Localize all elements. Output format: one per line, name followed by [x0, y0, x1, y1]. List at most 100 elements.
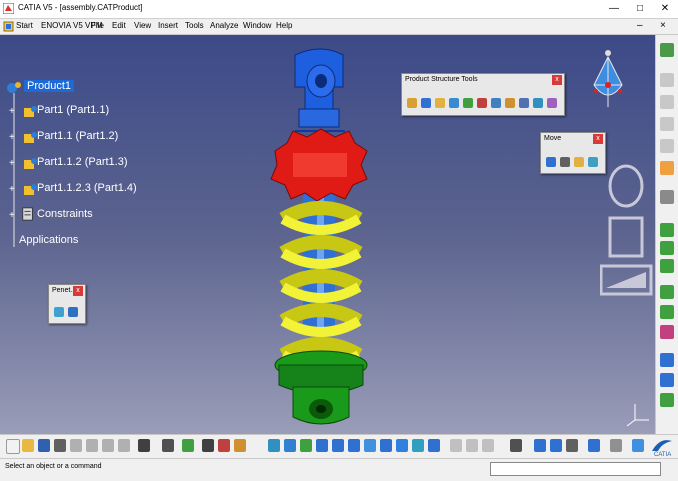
depth-effect-icon[interactable] [550, 439, 562, 452]
panel-close-button[interactable]: x [552, 75, 562, 85]
zoom-in-icon[interactable] [332, 439, 344, 452]
minimize-button[interactable]: — [601, 1, 627, 17]
ground-icon[interactable] [566, 439, 578, 452]
command-input[interactable] [490, 462, 661, 476]
multi-instantiation-icon[interactable] [533, 98, 543, 108]
contact-icon[interactable] [660, 241, 674, 255]
axis-icon [626, 404, 649, 427]
replace-component-icon[interactable] [463, 98, 473, 108]
compass-icon[interactable] [588, 47, 628, 113]
expand-icon[interactable]: + [9, 159, 19, 169]
open-folder-icon[interactable] [22, 439, 34, 452]
close-window-button[interactable]: ✕ [652, 1, 678, 17]
swap-space-icon[interactable] [428, 439, 440, 452]
manage-representations-icon[interactable] [519, 98, 529, 108]
close-document-icon[interactable]: × [660, 20, 666, 31]
reuse-pattern-icon[interactable] [660, 373, 674, 387]
offset-icon[interactable] [660, 259, 674, 273]
panel-close-button[interactable]: x [593, 134, 603, 144]
generate-numbering-icon[interactable] [491, 98, 501, 108]
expand-icon[interactable]: + [9, 107, 19, 117]
paste-icon[interactable] [102, 439, 114, 452]
menu-analyze[interactable]: Analyze [210, 21, 238, 30]
coincidence-icon[interactable] [660, 223, 674, 237]
connect-icon[interactable] [632, 439, 644, 452]
inertia-icon[interactable] [234, 439, 246, 452]
measure-icon[interactable] [218, 439, 230, 452]
smart-move-icon[interactable] [574, 157, 584, 167]
menu-tools[interactable]: Tools [185, 21, 204, 30]
workbench-icon[interactable] [660, 43, 674, 57]
copy-icon[interactable] [86, 439, 98, 452]
rotate-icon[interactable] [316, 439, 328, 452]
gear-icon[interactable] [660, 190, 674, 204]
fly-mode-icon[interactable] [268, 439, 280, 452]
flexible-icon[interactable] [660, 393, 674, 407]
tree-root-product1[interactable]: Product1 [24, 80, 75, 92]
lighting-icon[interactable] [534, 439, 546, 452]
insert-component-icon[interactable] [407, 98, 417, 108]
menu-help[interactable]: Help [276, 21, 292, 30]
save-icon[interactable] [38, 439, 50, 452]
manipulate-icon[interactable] [546, 157, 556, 167]
angle-icon[interactable] [660, 285, 674, 299]
print-icon[interactable] [54, 439, 66, 452]
selective-load-icon[interactable] [505, 98, 515, 108]
clash-icon[interactable] [54, 307, 64, 317]
tree-item-applications[interactable]: Applications [19, 234, 78, 246]
expand-icon[interactable]: + [9, 133, 19, 143]
maximize-button[interactable]: □ [627, 1, 653, 17]
undo-icon[interactable] [118, 439, 130, 452]
explode-icon[interactable] [588, 157, 598, 167]
tree-item-constraints[interactable]: Constraints [37, 208, 93, 220]
existing-component-icon[interactable] [449, 98, 459, 108]
magnifier-icon[interactable] [588, 439, 600, 452]
help-icon[interactable] [138, 439, 150, 452]
tree-item-part1-1-2-3[interactable]: Part1.1.2.3 (Part1.4) [37, 182, 137, 194]
constraints-icon [22, 207, 33, 221]
fix-icon[interactable] [660, 305, 674, 319]
menu-file[interactable]: File [91, 21, 104, 30]
shading-icon[interactable] [396, 439, 408, 452]
new-file-icon[interactable] [6, 439, 20, 454]
tree-item-part1-1-2[interactable]: Part1.1.2 (Part1.3) [37, 156, 128, 168]
iso-view-icon[interactable] [380, 439, 392, 452]
fix-together-icon[interactable] [660, 325, 674, 339]
new-part-icon[interactable] [435, 98, 445, 108]
update-icon[interactable] [660, 353, 674, 367]
refresh-icon[interactable] [610, 439, 622, 452]
menu-insert[interactable]: Insert [158, 21, 178, 30]
reorder-icon[interactable] [547, 98, 557, 108]
camera-icon[interactable] [510, 439, 522, 452]
cut-icon[interactable] [70, 439, 82, 452]
new-product-icon[interactable] [421, 98, 431, 108]
tree-item-part1[interactable]: Part1 (Part1.1) [37, 104, 109, 116]
zoom-out-icon[interactable] [348, 439, 360, 452]
shock-absorber-model[interactable] [255, 47, 385, 432]
knowledge-icon[interactable] [182, 439, 194, 452]
formula-icon[interactable] [162, 439, 174, 452]
menu-window[interactable]: Window [243, 21, 271, 30]
fit-all-icon[interactable] [284, 439, 296, 452]
part-icon [24, 106, 37, 117]
menu-edit[interactable]: Edit [112, 21, 126, 30]
pan-icon[interactable] [300, 439, 312, 452]
restore-icon[interactable]: – [637, 20, 643, 31]
expand-icon[interactable]: + [9, 185, 19, 195]
tree-item-part1-1[interactable]: Part1.1 (Part1.2) [37, 130, 118, 142]
menu-view[interactable]: View [134, 21, 151, 30]
expand-icon[interactable]: + [9, 211, 19, 221]
menu-start[interactable]: Start [16, 21, 33, 30]
3d-viewport[interactable]: Product1 + Part1 (Part1.1) + Part1.1 (Pa… [0, 35, 655, 434]
select-arrow-icon[interactable] [660, 161, 674, 175]
panel-close-button[interactable]: x [73, 286, 83, 296]
catalog-icon[interactable] [202, 439, 214, 452]
normal-view-icon[interactable] [364, 439, 376, 452]
catia-app-icon [3, 3, 14, 14]
hide-show-icon[interactable] [412, 439, 424, 452]
sectioning-icon[interactable] [68, 307, 78, 317]
graph-tree-icon[interactable] [477, 98, 487, 108]
disabled-tool-icon [482, 439, 494, 452]
view-manipulation-widgets [600, 164, 653, 296]
snap-icon[interactable] [560, 157, 570, 167]
